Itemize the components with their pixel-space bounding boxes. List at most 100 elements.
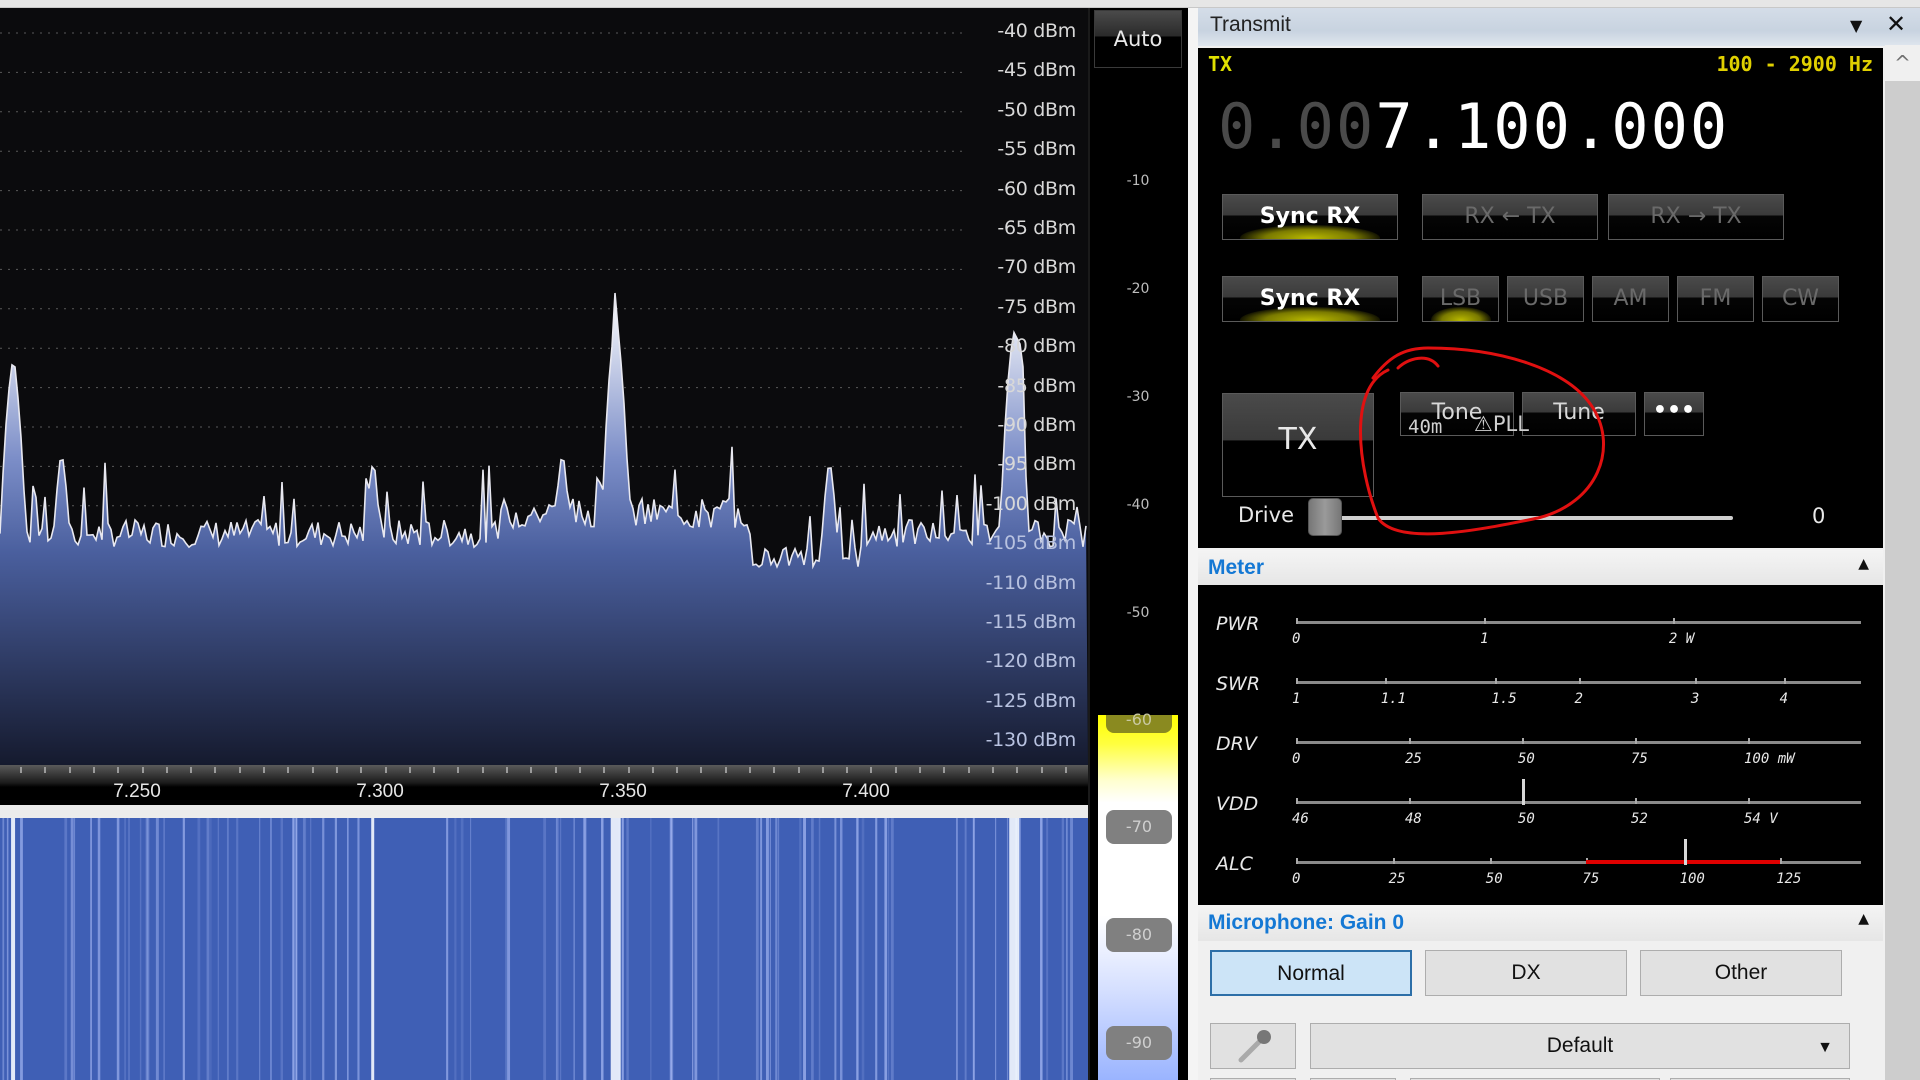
mode-button-am[interactable]: AM — [1592, 276, 1669, 322]
level-marker[interactable]: -60 — [1106, 712, 1172, 733]
dbm-label: -115 dBm — [985, 611, 1077, 633]
dbm-label: -60 dBm — [997, 177, 1076, 200]
panel-scrollbar[interactable]: ^ — [1885, 45, 1920, 1080]
level-marker[interactable]: -80 — [1106, 918, 1172, 952]
meter-tick — [1635, 798, 1637, 804]
axis-tick — [700, 767, 702, 773]
axis-tick — [360, 767, 362, 773]
meter-tick-label: 75 — [1582, 871, 1600, 887]
collapse-icon[interactable]: ▲ — [1858, 556, 1869, 572]
axis-tick — [1041, 767, 1043, 773]
axis-tick — [117, 767, 119, 773]
frequency-tick-label: 7.250 — [113, 781, 161, 802]
axis-tick — [895, 767, 897, 773]
rx-from-tx-button[interactable]: RX ← TX — [1422, 194, 1598, 240]
waterfall-signal — [371, 818, 375, 1080]
collapse-icon[interactable]: ▲ — [1858, 911, 1869, 927]
meter-tick-label: 1 — [1480, 631, 1489, 647]
meter-tick — [1384, 678, 1387, 684]
microphone-source-value: Default — [1546, 1034, 1614, 1057]
more-options-button[interactable]: ••• — [1644, 392, 1704, 436]
frequency-leading-zeros: 0.00 — [1218, 90, 1376, 163]
frequency-axis[interactable]: 7.250 7.300 7.350 7.400 — [0, 765, 1088, 805]
drive-value: 0 — [1812, 504, 1826, 528]
waterfall-signal — [1009, 818, 1020, 1080]
meter-tick — [1296, 618, 1298, 624]
drive-slider-thumb[interactable] — [1308, 498, 1342, 536]
transmit-header: Transmit ▼ ✕ — [1198, 8, 1920, 46]
dbm-label: -90 dBm — [997, 414, 1076, 436]
meter-scale-drv: 0 25 50 75 100 mW — [1292, 738, 1861, 767]
meter-tick — [1484, 618, 1487, 624]
dbm-label: -105 dBm — [985, 532, 1077, 555]
tune-button[interactable]: Tune — [1522, 392, 1636, 436]
sync-rx-frequency-button[interactable]: Sync RX — [1222, 194, 1398, 240]
mic-preset-other[interactable]: Other — [1640, 950, 1842, 996]
meter-tick-label: 25 — [1388, 871, 1406, 887]
mode-label: FM — [1699, 286, 1732, 311]
spectrum-panadapter[interactable]: -40 dBm -45 dBm -50 dBm -55 dBm -60 dBm -65 d… — [0, 8, 1088, 765]
waterfall-display[interactable] — [0, 818, 1088, 1080]
dbm-label: -55 dBm — [997, 138, 1076, 161]
axis-tick — [870, 767, 872, 773]
meter-header[interactable]: Meter ▲ — [1198, 550, 1883, 586]
axis-tick — [433, 767, 435, 773]
frequency-tick-label: 7.350 — [599, 781, 647, 802]
meter-title: Meter — [1208, 556, 1265, 579]
dbm-label: -45 dBm — [997, 59, 1076, 82]
microphone-header[interactable]: Microphone: Gain 0 ▲ — [1198, 905, 1883, 941]
mode-button-fm[interactable]: FM — [1677, 276, 1754, 322]
waterfall-plot — [2, 818, 1073, 1080]
axis-tick — [822, 767, 824, 773]
drive-slider-track[interactable] — [1318, 516, 1733, 520]
mic-preset-dx[interactable]: DX — [1425, 950, 1627, 996]
splitter[interactable] — [0, 805, 1088, 818]
level-marker[interactable]: -90 — [1106, 1026, 1172, 1060]
tx-from-rx-button[interactable]: RX → TX — [1608, 194, 1784, 240]
mode-button-lsb[interactable]: LSB — [1422, 276, 1499, 322]
mode-button-cw[interactable]: CW — [1762, 276, 1839, 322]
top-border — [0, 0, 1920, 8]
microphone-button[interactable] — [1210, 1023, 1296, 1069]
dbm-label: -130 dBm — [985, 729, 1077, 752]
rx-to-tx-label: RX ← TX — [1464, 204, 1556, 229]
sync-rx-label: Sync RX — [1259, 204, 1361, 229]
microphone-source-dropdown[interactable]: Default ▼ — [1310, 1023, 1850, 1069]
auto-level-button[interactable]: Auto — [1094, 10, 1182, 68]
panel-menu-icon[interactable]: ▼ — [1850, 16, 1862, 35]
axis-tick — [725, 767, 727, 773]
meter-tick-label: 100 — [1679, 871, 1705, 887]
waterfall-signal — [610, 818, 621, 1080]
axis-tick — [773, 767, 775, 773]
sdr-application: -40 dBm -45 dBm -50 dBm -55 dBm -60 dBm -65 d… — [0, 0, 1920, 1080]
meter-tick-label: 2 W — [1668, 631, 1695, 647]
scroll-up-icon[interactable]: ^ — [1885, 45, 1920, 81]
close-icon[interactable]: ✕ — [1886, 10, 1906, 38]
axis-tick — [263, 767, 265, 773]
axis-tick — [482, 767, 484, 773]
meter-tick — [1409, 738, 1411, 744]
axis-tick — [846, 767, 848, 773]
sync-rx-mode-button[interactable]: Sync RX — [1222, 276, 1398, 322]
axis-tick — [312, 767, 314, 773]
mic-preset-normal[interactable]: Normal — [1210, 950, 1412, 996]
meter-tick — [1495, 678, 1498, 684]
dbm-label: -80 dBm — [997, 335, 1076, 358]
transmit-title: Transmit — [1210, 13, 1291, 36]
microphone-icon — [1238, 1030, 1271, 1063]
meter-scale-pwr: 0 1 2 W — [1292, 618, 1861, 647]
dbm-label: -95 dBm — [997, 453, 1076, 476]
control-panel: Transmit ▼ ✕ TX 100 - 2900 Hz 0.007.100.… — [1198, 8, 1920, 1080]
dbm-label: -65 dBm — [997, 217, 1076, 239]
meter-tick — [1296, 858, 1298, 864]
dbm-label: -40 dBm — [997, 20, 1076, 42]
tx-button[interactable]: TX — [1222, 393, 1374, 497]
level-marker[interactable]: -70 — [1106, 810, 1172, 844]
frequency-display[interactable]: 0.007.100.000 — [1218, 90, 1729, 163]
rx-from-tx-label: RX → TX — [1650, 204, 1742, 229]
mode-button-usb[interactable]: USB — [1507, 276, 1584, 322]
spectrum-plot — [0, 32, 1088, 765]
meter-tick — [1392, 858, 1395, 864]
meter-tick — [1635, 738, 1637, 744]
axis-tick — [166, 767, 168, 773]
